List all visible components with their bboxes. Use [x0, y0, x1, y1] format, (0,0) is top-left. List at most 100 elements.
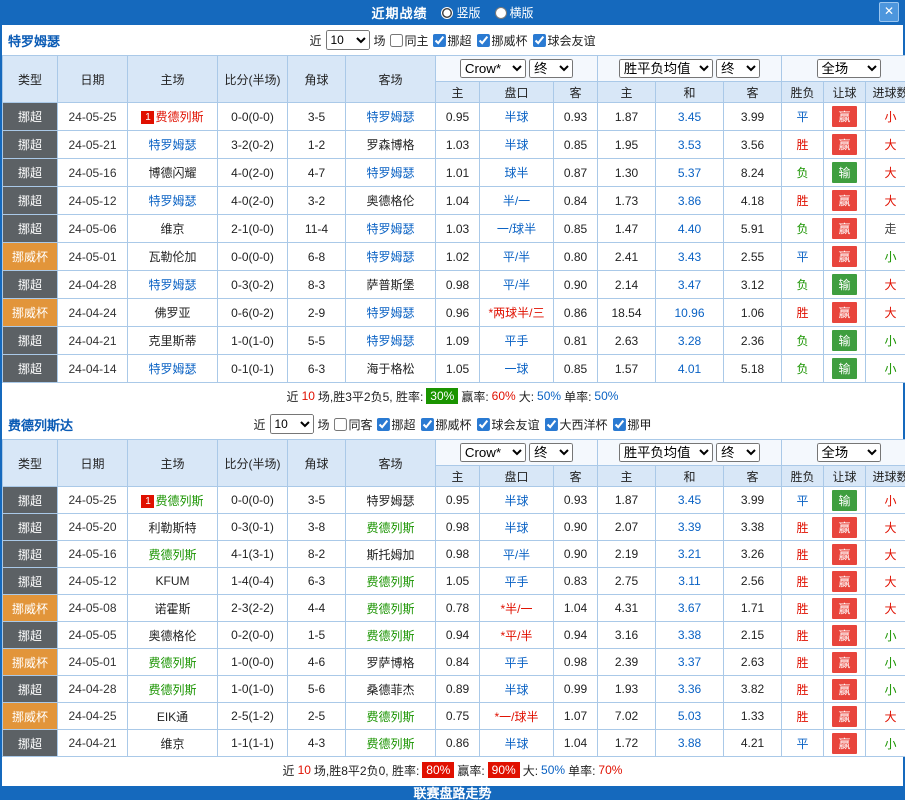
europe-stage-select[interactable]: 终 — [716, 443, 760, 462]
europe-odds-select[interactable]: 胜平负均值 — [619, 59, 713, 78]
league-trend-footer[interactable]: 联赛盘路走势 — [2, 786, 903, 800]
home-team[interactable]: 博德闪耀 — [128, 159, 218, 187]
handicap-result-cell: 输 — [824, 271, 866, 299]
away-team[interactable]: 斯托姆加 — [346, 541, 436, 568]
league-filter-checkbox[interactable]: 球会友谊 — [533, 32, 596, 49]
league-filter-checkbox-input[interactable] — [533, 34, 546, 47]
close-button[interactable]: ✕ — [879, 2, 899, 22]
league-cell: 挪威杯 — [3, 649, 58, 676]
away-team[interactable]: 罗萨博格 — [346, 649, 436, 676]
away-team[interactable]: 罗森博格 — [346, 131, 436, 159]
vertical-radio-input[interactable] — [441, 7, 453, 19]
goals-cell: 小 — [866, 355, 905, 383]
league-filter-label: 球会友谊 — [492, 416, 540, 433]
league-filter-checkbox[interactable]: 挪甲 — [613, 416, 652, 433]
match-row: 挪超24-05-21特罗姆瑟3-2(0-2)1-2罗森博格1.03半球0.851… — [3, 131, 905, 159]
league-filter-checkbox-input[interactable] — [477, 418, 490, 431]
odds-provider-select[interactable]: Crow* — [460, 59, 526, 78]
home-win-odds: 1.57 — [598, 355, 656, 383]
scope-select[interactable]: 全场 — [817, 443, 881, 462]
away-team[interactable]: 特罗姆瑟 — [346, 243, 436, 271]
home-team[interactable]: 维京 — [128, 215, 218, 243]
home-team[interactable]: 1费德列斯 — [128, 487, 218, 514]
away-team[interactable]: 奥德格伦 — [346, 187, 436, 215]
home-team[interactable]: 特罗姆瑟 — [128, 131, 218, 159]
away-team[interactable]: 费德列斯 — [346, 730, 436, 757]
scope-select[interactable]: 全场 — [817, 59, 881, 78]
league-filter-checkbox[interactable]: 挪威杯 — [421, 416, 472, 433]
europe-odds-select[interactable]: 胜平负均值 — [619, 443, 713, 462]
away-win-odds: 1.33 — [724, 703, 782, 730]
league-filter-checkbox-input[interactable] — [545, 418, 558, 431]
summary-part: 60% — [492, 389, 516, 403]
home-team[interactable]: 特罗姆瑟 — [128, 355, 218, 383]
odds-stage-select[interactable]: 终 — [529, 59, 573, 78]
match-date: 24-04-28 — [58, 271, 128, 299]
games-label: 场 — [317, 416, 329, 433]
home-team[interactable]: 克里斯蒂 — [128, 327, 218, 355]
league-filter-checkbox[interactable]: 挪威杯 — [477, 32, 528, 49]
home-team[interactable]: 诺霍斯 — [128, 595, 218, 622]
league-filter-checkbox-input[interactable] — [477, 34, 490, 47]
league-filter-checkbox-input[interactable] — [613, 418, 626, 431]
away-team[interactable]: 特罗姆瑟 — [346, 103, 436, 131]
horizontal-radio-input[interactable] — [495, 7, 507, 19]
home-team[interactable]: 维京 — [128, 730, 218, 757]
home-team[interactable]: EIK通 — [128, 703, 218, 730]
same-venue-checkbox[interactable]: 同客 — [333, 416, 372, 433]
handicap-result-cell: 赢 — [824, 676, 866, 703]
away-win-odds: 3.99 — [724, 487, 782, 514]
match-score: 2-1(0-0) — [218, 215, 288, 243]
home-team[interactable]: 费德列斯 — [128, 649, 218, 676]
goals-cell: 大 — [866, 541, 905, 568]
europe-stage-select[interactable]: 终 — [716, 59, 760, 78]
league-filter-label: 挪威杯 — [436, 416, 472, 433]
goals-cell: 走 — [866, 215, 905, 243]
home-team[interactable]: KFUM — [128, 568, 218, 595]
away-team[interactable]: 桑德菲杰 — [346, 676, 436, 703]
odds-provider-select[interactable]: Crow* — [460, 443, 526, 462]
league-filter-checkbox-input[interactable] — [376, 418, 389, 431]
home-team[interactable]: 费德列斯 — [128, 676, 218, 703]
home-handicap-odds: 1.05 — [436, 355, 480, 383]
away-team[interactable]: 特罗姆瑟 — [346, 299, 436, 327]
home-team[interactable]: 利勒斯特 — [128, 514, 218, 541]
league-filter-checkbox[interactable]: 挪超 — [376, 416, 415, 433]
home-team[interactable]: 费德列斯 — [128, 541, 218, 568]
league-filter-checkbox-input[interactable] — [433, 34, 446, 47]
match-count-select[interactable]: 10 — [269, 414, 313, 434]
home-team[interactable]: 特罗姆瑟 — [128, 187, 218, 215]
league-filter-checkbox[interactable]: 球会友谊 — [477, 416, 540, 433]
away-team[interactable]: 海于格松 — [346, 355, 436, 383]
col-date: 日期 — [58, 56, 128, 103]
away-team[interactable]: 特罗姆瑟 — [346, 327, 436, 355]
layout-vertical-radio[interactable]: 竖版 — [441, 4, 480, 21]
away-team[interactable]: 费德列斯 — [346, 703, 436, 730]
away-team[interactable]: 特罗姆瑟 — [346, 487, 436, 514]
same-venue-checkbox-input[interactable] — [389, 34, 402, 47]
away-team[interactable]: 萨普斯堡 — [346, 271, 436, 299]
layout-horizontal-radio[interactable]: 横版 — [495, 4, 534, 21]
home-team[interactable]: 奥德格伦 — [128, 622, 218, 649]
away-team[interactable]: 费德列斯 — [346, 568, 436, 595]
league-filter-checkbox[interactable]: 大西洋杯 — [545, 416, 608, 433]
away-team[interactable]: 费德列斯 — [346, 595, 436, 622]
handicap-result-badge: 赢 — [832, 598, 857, 619]
same-venue-checkbox[interactable]: 同主 — [389, 32, 428, 49]
home-team[interactable]: 特罗姆瑟 — [128, 271, 218, 299]
league-filter-checkbox[interactable]: 挪超 — [433, 32, 472, 49]
summary-part: 50% — [537, 389, 561, 403]
away-team[interactable]: 费德列斯 — [346, 514, 436, 541]
away-team[interactable]: 特罗姆瑟 — [346, 159, 436, 187]
home-team[interactable]: 瓦勒伦加 — [128, 243, 218, 271]
away-team[interactable]: 特罗姆瑟 — [346, 215, 436, 243]
match-count-select[interactable]: 10 — [325, 30, 369, 50]
home-team[interactable]: 佛罗亚 — [128, 299, 218, 327]
result-cell: 胜 — [782, 703, 824, 730]
corner-score: 8-2 — [288, 541, 346, 568]
odds-stage-select[interactable]: 终 — [529, 443, 573, 462]
home-team[interactable]: 1费德列斯 — [128, 103, 218, 131]
same-venue-checkbox-input[interactable] — [333, 418, 346, 431]
away-team[interactable]: 费德列斯 — [346, 622, 436, 649]
league-filter-checkbox-input[interactable] — [421, 418, 434, 431]
